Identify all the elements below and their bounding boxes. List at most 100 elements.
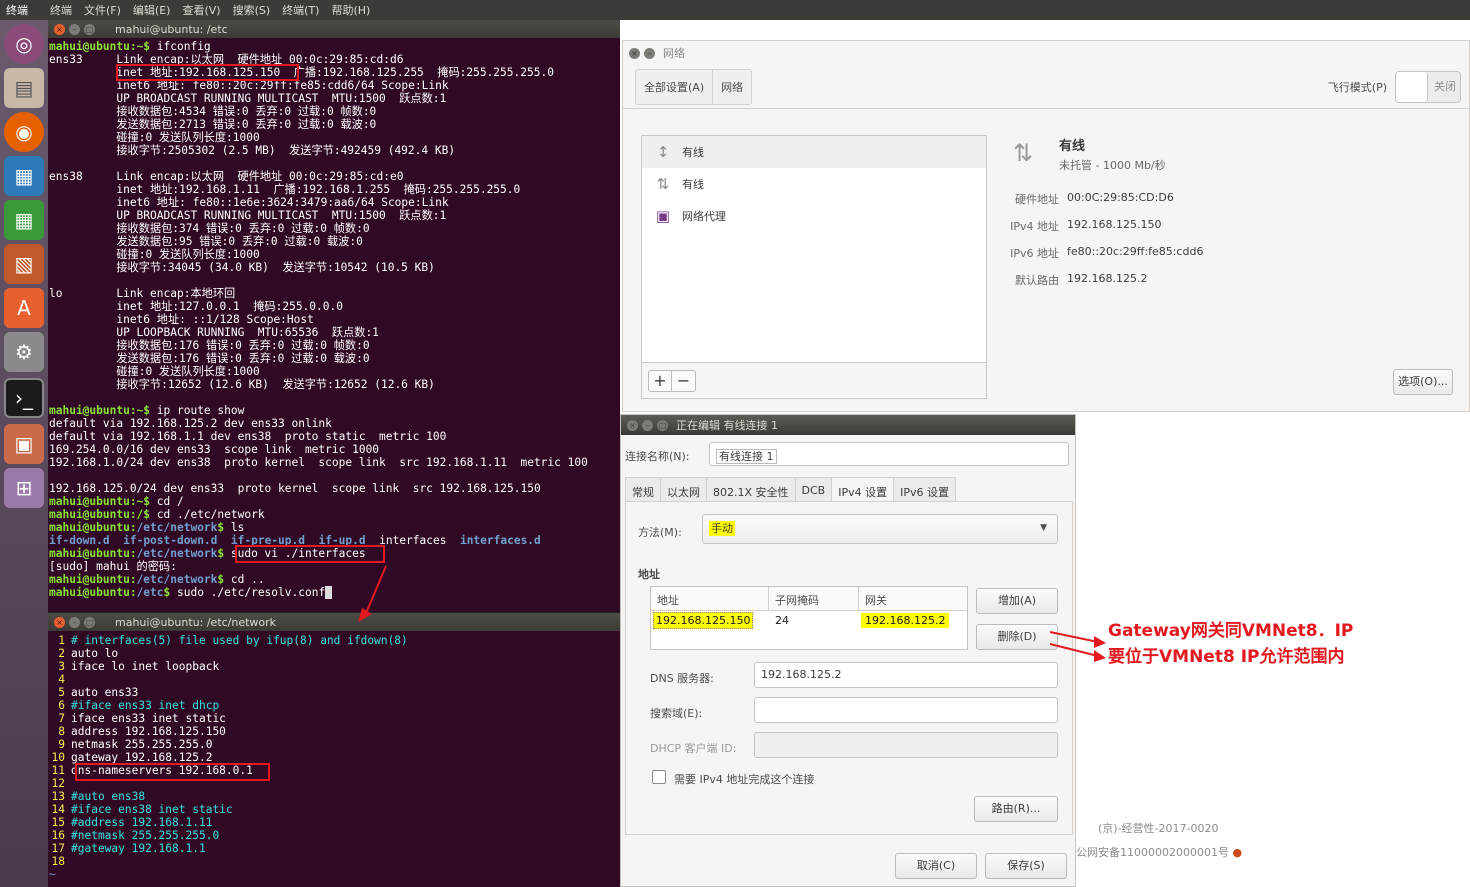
impress-icon[interactable]: ▧ (4, 244, 44, 284)
connection-list: ↕ 有线 ⇅ 有线 ▣ 网络代理 (641, 135, 987, 363)
method-select[interactable]: 手动 ▼ (702, 514, 1058, 544)
crumb-all-settings[interactable]: 全部设置(A) (636, 69, 714, 104)
maximize-icon[interactable]: □ (84, 616, 95, 628)
line-number: 4 (58, 673, 65, 686)
footer-record-text: 公网安备11000002000001号 (1076, 846, 1229, 859)
crumb-network[interactable]: 网络 (713, 70, 751, 104)
line-number: 8 (58, 725, 65, 738)
vi-line: 8 address 192.168.125.150 (49, 725, 620, 738)
routes-button[interactable]: 路由(R)... (974, 796, 1058, 822)
delete-address-button[interactable]: 删除(D) (976, 624, 1058, 650)
table-row[interactable]: 192.168.125.150 24 192.168.125.2 (651, 611, 967, 633)
save-button[interactable]: 保存(S) (985, 853, 1067, 879)
terminal-text: 发送数据包:2713 错误:0 丢弃:0 过载:0 载波:0 (49, 118, 377, 131)
connection-name-input[interactable]: 有线连接 1 (709, 442, 1069, 466)
menu-item[interactable]: 编辑(E) (133, 2, 171, 18)
menu-item[interactable]: 终端 (50, 2, 72, 18)
terminal-text: 接收字节:2505302 (2.5 MB) 发送字节:492459 (492.4… (49, 144, 456, 157)
add-connection-button[interactable]: + (648, 369, 672, 392)
address-cell[interactable]: 192.168.125.150 (653, 612, 754, 629)
terminal-line: 碰撞:0 发送队列长度:1000 (49, 365, 620, 378)
files-icon[interactable]: ▤ (4, 68, 44, 108)
maximize-icon[interactable]: □ (84, 23, 95, 35)
wired-icon: ⇅ (656, 175, 670, 193)
detail-key: 硬件地址 (1015, 193, 1059, 206)
vi-editor-content[interactable]: 1 # interfaces(5) file used by ifup(8) an… (48, 631, 620, 881)
close-icon[interactable]: × (627, 419, 638, 431)
dhcp-client-id-input[interactable] (754, 732, 1058, 758)
line-number: 2 (58, 647, 65, 660)
menu-item[interactable]: 文件(F) (84, 2, 121, 18)
terminal-icon[interactable]: ›_ (4, 378, 44, 418)
cancel-button[interactable]: 取消(C) (895, 853, 977, 879)
list-item-wired-1[interactable]: ↕ 有线 (642, 136, 986, 168)
toggle-label: 关闭 (1434, 79, 1456, 93)
terminal-text: UP BROADCAST RUNNING MULTICAST MTU:1500 … (49, 92, 447, 105)
add-address-button[interactable]: 增加(A) (976, 588, 1058, 614)
vi-line: 18 (49, 855, 620, 868)
terminal-line: mahui@ubuntu:/$ cd ./etc/network (49, 508, 620, 521)
airplane-mode-toggle[interactable]: 关闭 (1395, 70, 1461, 103)
options-button[interactable]: 选项(O)... (1393, 369, 1453, 395)
gateway-cell[interactable]: 192.168.125.2 (861, 613, 950, 628)
settings-icon[interactable]: ⚙ (4, 332, 44, 372)
netmask-cell[interactable]: 24 (769, 611, 859, 633)
line-number: ~ (49, 868, 56, 881)
close-icon[interactable]: × (629, 47, 640, 59)
minimize-icon[interactable]: – (642, 419, 653, 431)
terminal-window-main[interactable]: × – □ mahui@ubuntu: /etc mahui@ubuntu:~$ i… (48, 20, 620, 612)
detail-value: 00:0C:29:85:CD:D6 (1067, 191, 1174, 204)
terminal-line: 接收字节:12652 (12.6 KB) 发送字节:12652 (12.6 KB… (49, 378, 620, 391)
search-domain-input[interactable] (754, 697, 1058, 723)
firefox-icon[interactable]: ◉ (4, 112, 44, 152)
network-settings-icon[interactable]: ⊞ (4, 468, 44, 508)
remove-connection-button[interactable]: − (672, 369, 696, 392)
list-item-label: 网络代理 (682, 210, 726, 223)
dash-home-icon[interactable]: ◎ (4, 24, 44, 64)
terminal-line: mahui@ubuntu:~$ cd / (49, 495, 620, 508)
menu-item[interactable]: 终端(T) (282, 2, 319, 18)
line-number: 10 (51, 751, 65, 764)
menu-item[interactable]: 查看(V) (182, 2, 220, 18)
terminal-line: UP BROADCAST RUNNING MULTICAST MTU:1500 … (49, 209, 620, 222)
list-item-proxy[interactable]: ▣ 网络代理 (642, 200, 986, 232)
terminal-text: 192.168.1.0/24 dev ens38 proto kernel sc… (49, 456, 588, 469)
close-icon[interactable]: × (54, 23, 65, 35)
image-viewer-icon[interactable]: ▣ (4, 424, 44, 464)
terminal-text: ens38 Link encap:以太网 硬件地址 00:0c:29:85:cd… (49, 170, 404, 183)
menu-item[interactable]: 搜索(S) (233, 2, 271, 18)
minimize-icon[interactable]: – (69, 616, 80, 628)
menu-item[interactable]: 帮助(H) (331, 2, 370, 18)
terminal-window-vi[interactable]: × – □ mahui@ubuntu: /etc/network 1 # interf… (48, 612, 620, 887)
software-center-icon[interactable]: A (4, 288, 44, 328)
column-header-address[interactable]: 地址 (651, 587, 769, 610)
terminal-line: 169.254.0.0/16 dev ens33 scope link metr… (49, 443, 620, 456)
address-section-label: 地址 (638, 568, 660, 581)
terminal-line: 接收字节:34045 (34.0 KB) 发送字节:10542 (10.5 KB… (49, 261, 620, 274)
terminal-text: inet 地址:127.0.0.1 掩码:255.0.0.0 (49, 300, 343, 313)
calc-icon[interactable]: ▦ (4, 200, 44, 240)
annotation-line-2: 要位于VMNet8 IP允许范围内 (1108, 647, 1345, 667)
terminal-line: 192.168.1.0/24 dev ens38 proto kernel sc… (49, 456, 620, 469)
detail-value: fe80::20c:29ff:fe85:cdd6 (1067, 245, 1204, 258)
close-icon[interactable]: × (54, 616, 65, 628)
dns-input[interactable]: 192.168.125.2 (754, 662, 1058, 688)
terminal-line: inet6 地址: ::1/128 Scope:Host (49, 313, 620, 326)
detail-value: 192.168.125.150 (1067, 218, 1162, 231)
list-item-wired-2[interactable]: ⇅ 有线 (642, 168, 986, 200)
minimize-icon[interactable]: – (69, 23, 80, 35)
airplane-mode-label: 飞行模式(P) (1327, 80, 1387, 94)
vi-text: #iface ens38 inet static (71, 803, 233, 816)
terminal-text: ip route show (156, 404, 245, 417)
terminal-line: 接收字节:2505302 (2.5 MB) 发送字节:492459 (492.4… (49, 144, 620, 157)
minimize-icon[interactable]: – (644, 47, 655, 59)
column-header-netmask[interactable]: 子网掩码 (769, 587, 859, 610)
column-header-gateway[interactable]: 网关 (859, 587, 967, 610)
connection-name-label: 连接名称(N): (625, 450, 690, 463)
writer-icon[interactable]: ▦ (4, 156, 44, 196)
require-ipv4-checkbox[interactable] (652, 770, 666, 784)
maximize-icon[interactable]: □ (657, 419, 668, 431)
vi-line: 15 #address 192.168.1.11 (49, 816, 620, 829)
ls-entry: if-down.d (49, 534, 110, 547)
terminal-line: mahui@ubuntu:~$ ifconfig (49, 40, 620, 53)
